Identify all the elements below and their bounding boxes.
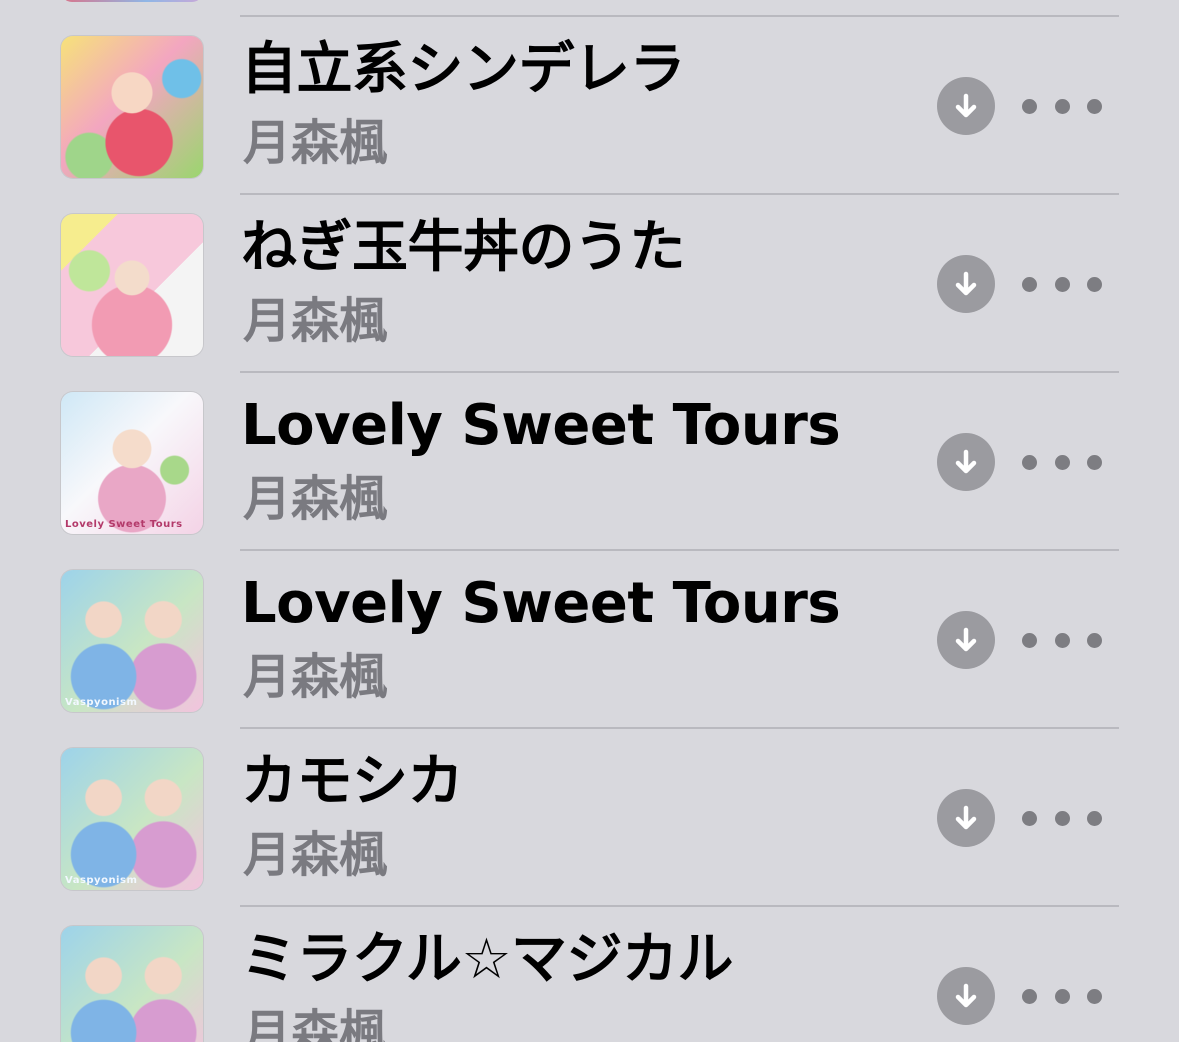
download-icon: [955, 449, 977, 474]
album-artwork-text: Lovely Sweet Tours: [65, 519, 183, 530]
download-icon: [955, 983, 977, 1008]
download-button[interactable]: [937, 789, 995, 847]
album-artwork: [61, 36, 203, 178]
song-row[interactable]: 自立系シンデレラ 月森楓: [0, 17, 1179, 195]
song-artist: 月森楓: [243, 471, 388, 527]
download-icon: [955, 627, 977, 652]
song-artist: 月森楓: [243, 827, 388, 883]
song-title: Lovely Sweet Tours: [241, 393, 841, 458]
song-row[interactable]: Vaspyonism Lovely Sweet Tours 月森楓: [0, 551, 1179, 729]
album-artwork: [61, 214, 203, 356]
song-artist: 月森楓: [243, 649, 388, 705]
song-title: 自立系シンデレラ: [241, 37, 686, 102]
download-icon: [955, 805, 977, 830]
song-list: 自立系シンデレラ 月森楓 ねぎ玉牛丼のうた 月森楓 Lovely Sweet T…: [0, 0, 1179, 1042]
song-row[interactable]: ねぎ玉牛丼のうた 月森楓: [0, 195, 1179, 373]
album-artwork-text: Vaspyonism: [65, 697, 138, 708]
more-options-button[interactable]: [1022, 445, 1102, 479]
more-options-button[interactable]: [1022, 623, 1102, 657]
more-options-button[interactable]: [1022, 89, 1102, 123]
download-button[interactable]: [937, 611, 995, 669]
song-title: カモシカ: [241, 749, 464, 814]
ellipsis-icon: [1022, 988, 1037, 1004]
song-artist: 月森楓: [243, 1005, 388, 1042]
album-artwork: Vaspyonism: [61, 748, 203, 890]
download-button[interactable]: [937, 77, 995, 135]
download-icon: [955, 93, 977, 118]
album-artwork: Vaspyonism: [61, 570, 203, 712]
more-options-button[interactable]: [1022, 267, 1102, 301]
more-options-button[interactable]: [1022, 801, 1102, 835]
download-button[interactable]: [937, 967, 995, 1025]
more-options-button[interactable]: [1022, 979, 1102, 1013]
previous-song-artwork[interactable]: [61, 0, 203, 2]
song-row[interactable]: ミラクル☆マジカル 月森楓: [0, 907, 1179, 1042]
ellipsis-icon: [1022, 276, 1037, 292]
download-button[interactable]: [937, 433, 995, 491]
album-artwork-text: Vaspyonism: [65, 875, 138, 886]
song-title: ねぎ玉牛丼のうた: [241, 215, 686, 280]
song-title: ミラクル☆マジカル: [241, 927, 734, 992]
song-artist: 月森楓: [243, 293, 388, 349]
ellipsis-icon: [1022, 454, 1037, 470]
album-artwork: [61, 926, 203, 1042]
song-row[interactable]: Lovely Sweet Tours Lovely Sweet Tours 月森…: [0, 373, 1179, 551]
ellipsis-icon: [1022, 98, 1037, 114]
song-artist: 月森楓: [243, 115, 388, 171]
album-artwork: Lovely Sweet Tours: [61, 392, 203, 534]
ellipsis-icon: [1022, 810, 1037, 826]
ellipsis-icon: [1022, 632, 1037, 648]
song-row[interactable]: Vaspyonism カモシカ 月森楓: [0, 729, 1179, 907]
download-button[interactable]: [937, 255, 995, 313]
song-title: Lovely Sweet Tours: [241, 571, 841, 636]
download-icon: [955, 271, 977, 296]
